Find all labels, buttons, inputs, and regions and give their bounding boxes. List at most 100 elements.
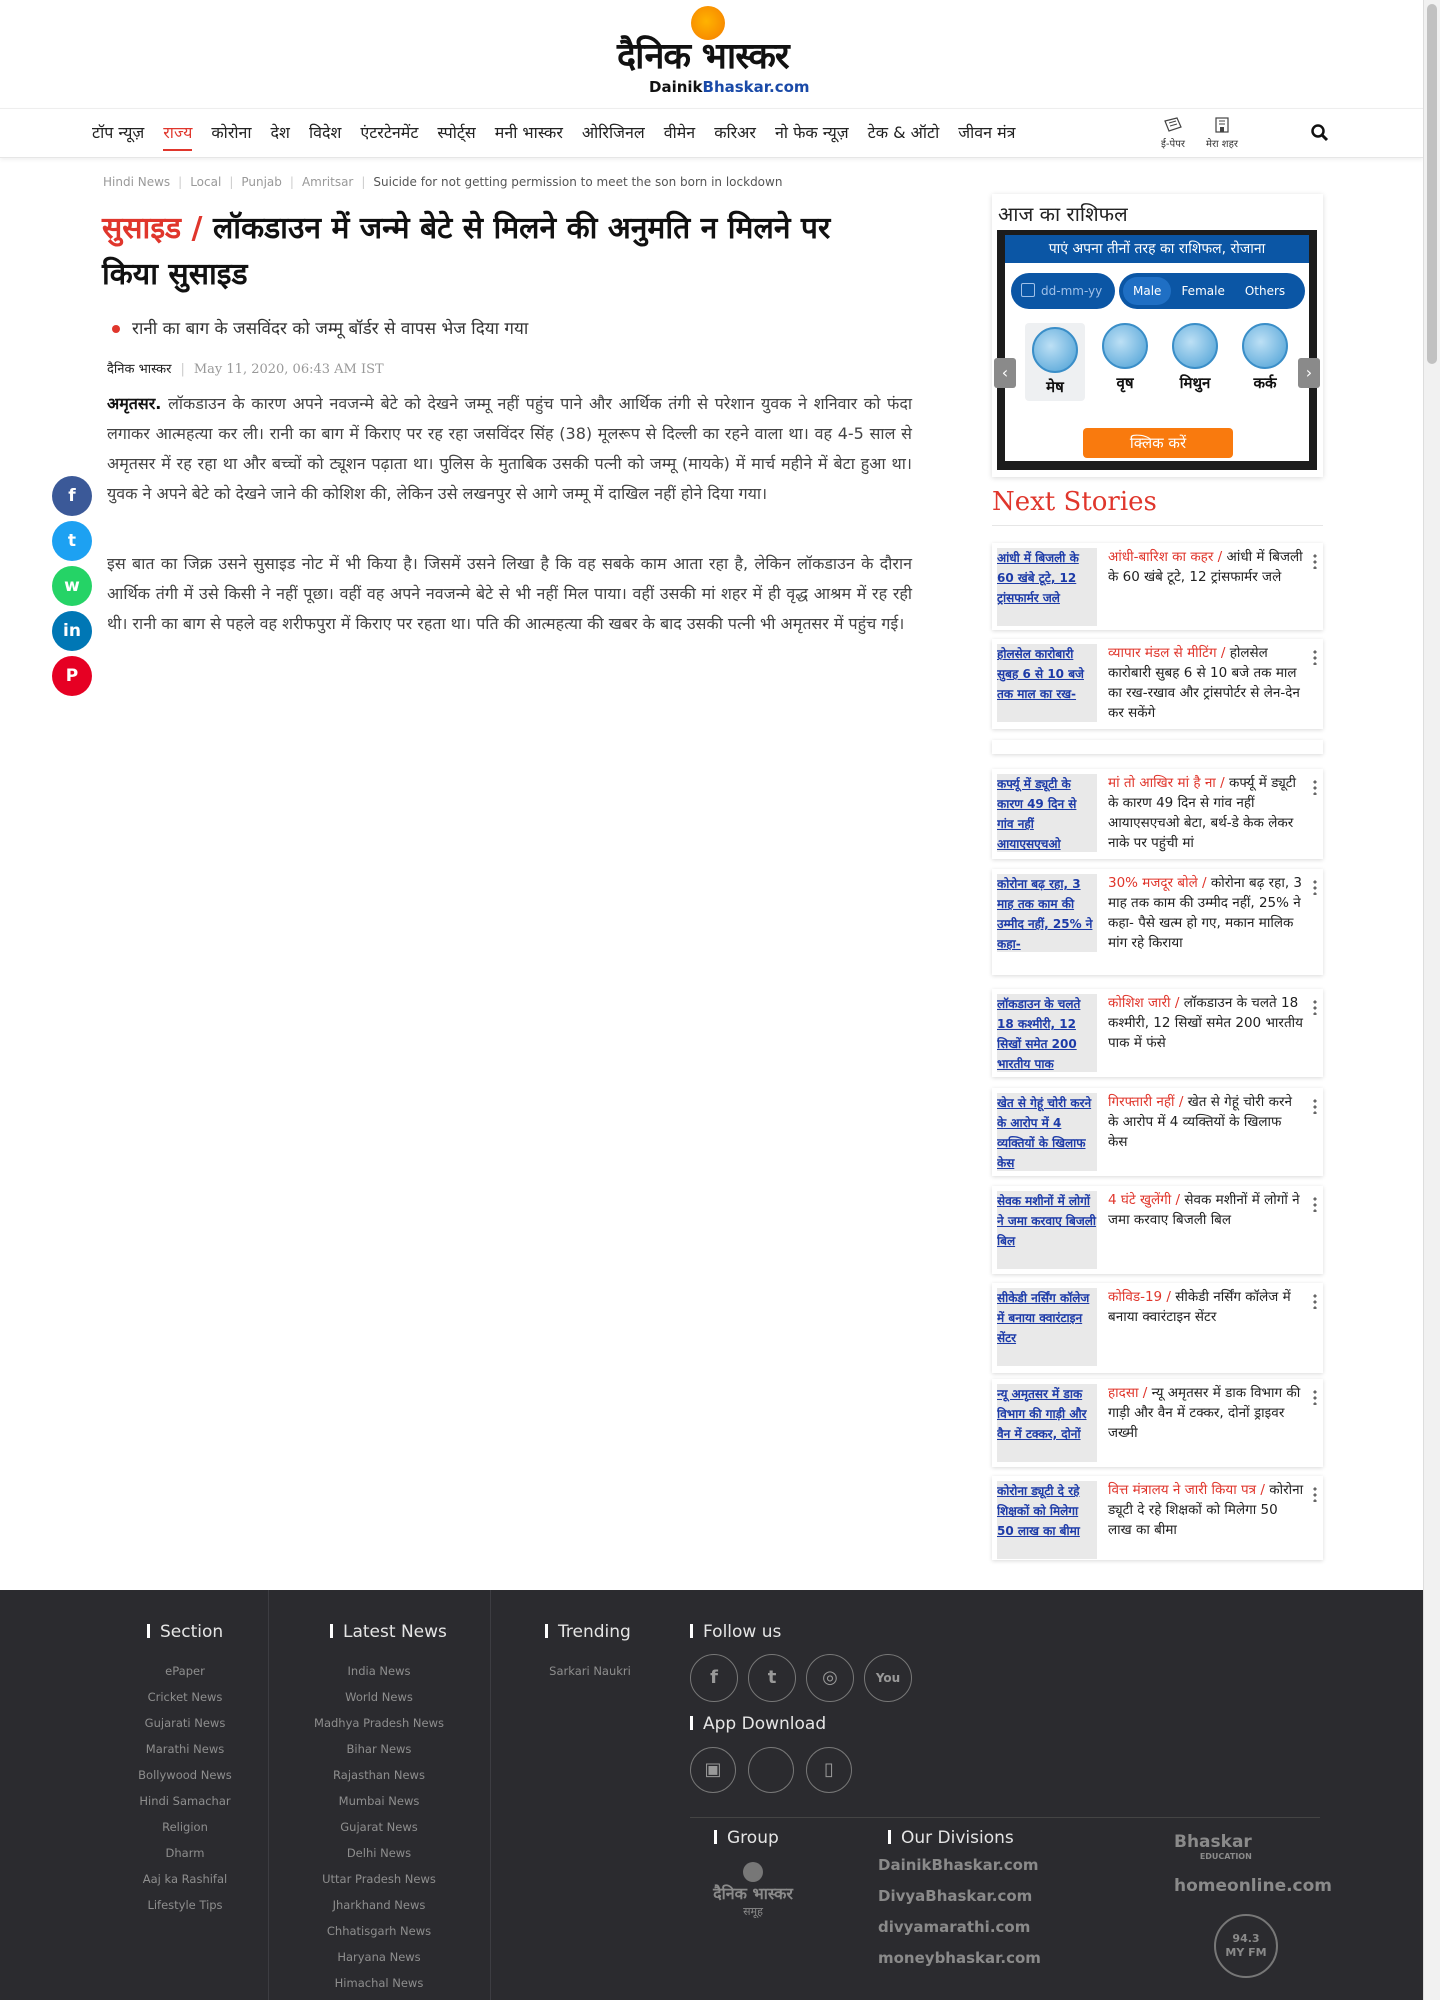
- nav-item[interactable]: ओरिजिनल: [582, 121, 645, 151]
- story-card[interactable]: कर्फ्यू में ड्यूटी के कारण 49 दिन से गां…: [992, 769, 1323, 859]
- footer-link[interactable]: World News: [268, 1690, 490, 1704]
- group-logo[interactable]: दैनिक भास्कर समूह: [698, 1862, 808, 1919]
- instagram-icon[interactable]: ◎: [806, 1654, 854, 1702]
- more-options-icon[interactable]: [1313, 1196, 1317, 1212]
- division-logo[interactable]: DainikBhaskar.com: [878, 1856, 1039, 1874]
- chevron-left-icon[interactable]: ‹: [994, 358, 1016, 388]
- story-card[interactable]: सीकेडी नर्सिंग कॉलेज में बनाया क्वारंटाइ…: [992, 1283, 1323, 1373]
- more-options-icon[interactable]: [1313, 779, 1317, 795]
- breadcrumb-link[interactable]: Amritsar: [302, 175, 353, 189]
- android-icon[interactable]: ▣: [690, 1747, 736, 1793]
- footer-link[interactable]: Himachal News: [268, 1976, 490, 1990]
- story-kicker[interactable]: कोविड-19 /: [1108, 1289, 1171, 1305]
- story-card[interactable]: होलसेल कारोबारी सुबह 6 से 10 बजे तक माल …: [992, 639, 1323, 729]
- pinterest-share-icon[interactable]: P: [52, 656, 92, 696]
- story-thumbnail[interactable]: कोरोना ड्यूटी दे रहे शिक्षकों को मिलेगा …: [997, 1481, 1097, 1559]
- rashifal-submit-button[interactable]: क्लिक करें: [1083, 428, 1233, 458]
- footer-link[interactable]: India News: [268, 1664, 490, 1678]
- footer-link[interactable]: Cricket News: [75, 1690, 295, 1704]
- nav-item[interactable]: जीवन मंत्र: [958, 121, 1015, 151]
- story-kicker[interactable]: कोशिश जारी /: [1108, 995, 1179, 1011]
- youtube-icon[interactable]: You: [864, 1654, 912, 1702]
- footer-link[interactable]: Lifestyle Tips: [75, 1898, 295, 1912]
- story-thumbnail[interactable]: न्यू अमृतसर में डाक विभाग की गाड़ी और वै…: [997, 1384, 1097, 1462]
- footer-link[interactable]: Haryana News: [268, 1950, 490, 1964]
- more-options-icon[interactable]: [1313, 879, 1317, 895]
- more-options-icon[interactable]: [1313, 999, 1317, 1015]
- twitter-icon[interactable]: t: [748, 1654, 796, 1702]
- story-card[interactable]: लॉकडाउन के चलते 18 कश्मीरी, 12 सिखों समे…: [992, 989, 1323, 1077]
- footer-link[interactable]: Madhya Pradesh News: [268, 1716, 490, 1730]
- footer-link[interactable]: Marathi News: [75, 1742, 295, 1756]
- more-options-icon[interactable]: [1313, 1486, 1317, 1502]
- footer-link[interactable]: Bollywood News: [75, 1768, 295, 1782]
- story-kicker[interactable]: मां तो आखिर मां है ना /: [1108, 775, 1225, 791]
- footer-link[interactable]: ePaper: [75, 1664, 295, 1678]
- footer-link[interactable]: Rajasthan News: [268, 1768, 490, 1782]
- nav-item[interactable]: मनी भास्कर: [495, 121, 563, 151]
- chevron-right-icon[interactable]: ›: [1298, 358, 1320, 388]
- footer-link[interactable]: Mumbai News: [268, 1794, 490, 1808]
- epaper-link[interactable]: ई-पेपर: [1157, 117, 1189, 150]
- more-options-icon[interactable]: [1313, 649, 1317, 665]
- facebook-share-icon[interactable]: f: [52, 476, 92, 516]
- story-thumbnail[interactable]: लॉकडाउन के चलते 18 कश्मीरी, 12 सिखों समे…: [997, 994, 1097, 1072]
- nav-item[interactable]: विदेश: [309, 121, 341, 151]
- mobile-icon[interactable]: ▯: [806, 1747, 852, 1793]
- footer-link[interactable]: Bihar News: [268, 1742, 490, 1756]
- breadcrumb-link[interactable]: Hindi News: [103, 175, 170, 189]
- footer-link[interactable]: Jharkhand News: [268, 1898, 490, 1912]
- story-kicker[interactable]: वित्त मंत्रालय ने जारी किया पत्र /: [1108, 1482, 1265, 1498]
- bhaskar-education-logo[interactable]: Bhaskar EDUCATION: [1174, 1832, 1252, 1861]
- zodiac-sign[interactable]: वृष: [1095, 323, 1155, 393]
- breadcrumb-link[interactable]: Punjab: [241, 175, 282, 189]
- zodiac-sign[interactable]: कर्क: [1235, 323, 1295, 393]
- footer-link[interactable]: Delhi News: [268, 1846, 490, 1860]
- division-logo[interactable]: divyamarathi.com: [878, 1918, 1030, 1936]
- nav-item[interactable]: नो फेक न्यूज़: [775, 121, 849, 151]
- story-card[interactable]: खेत से गेहूं चोरी करने के आरोप में 4 व्य…: [992, 1088, 1323, 1176]
- nav-item[interactable]: राज्य: [163, 121, 193, 151]
- footer-link[interactable]: Aaj ka Rashifal: [75, 1872, 295, 1886]
- footer-link[interactable]: Dharm: [75, 1846, 295, 1860]
- rashifal-date-input[interactable]: dd-mm-yy: [1011, 273, 1115, 309]
- story-card[interactable]: कोरोना ड्यूटी दे रहे शिक्षकों को मिलेगा …: [992, 1476, 1323, 1560]
- mycity-link[interactable]: मेरा शहर: [1200, 117, 1244, 150]
- nav-item[interactable]: करिअर: [714, 121, 756, 151]
- facebook-icon[interactable]: f: [690, 1654, 738, 1702]
- more-options-icon[interactable]: [1313, 553, 1317, 569]
- scrollbar-thumb[interactable]: [1427, 4, 1437, 364]
- more-options-icon[interactable]: [1313, 1389, 1317, 1405]
- nav-item[interactable]: देश: [271, 121, 290, 151]
- nav-item[interactable]: वीमेन: [664, 121, 696, 151]
- footer-link[interactable]: Uttar Pradesh News: [268, 1872, 490, 1886]
- more-options-icon[interactable]: [1313, 1293, 1317, 1309]
- footer-link[interactable]: Chhatisgarh News: [268, 1924, 490, 1938]
- nav-item[interactable]: टेक & ऑटो: [868, 121, 940, 151]
- footer-link[interactable]: Sarkari Naukri: [490, 1664, 690, 1678]
- story-thumbnail[interactable]: खेत से गेहूं चोरी करने के आरोप में 4 व्य…: [997, 1093, 1097, 1171]
- zodiac-sign[interactable]: मिथुन: [1165, 323, 1225, 393]
- footer-link[interactable]: Religion: [75, 1820, 295, 1834]
- story-thumbnail[interactable]: सेवक मशीनों में लोगों ने जमा करवाए बिजली…: [997, 1191, 1097, 1269]
- story-kicker[interactable]: व्यापार मंडल से मीटिंग /: [1108, 645, 1225, 661]
- gender-option-male[interactable]: Male: [1123, 277, 1172, 305]
- nav-item[interactable]: एंटरटेनमेंट: [360, 121, 418, 151]
- story-thumbnail[interactable]: कर्फ्यू में ड्यूटी के कारण 49 दिन से गां…: [997, 774, 1097, 852]
- story-kicker[interactable]: गिरफ्तारी नहीं /: [1108, 1094, 1183, 1110]
- nav-item[interactable]: कोरोना: [211, 121, 251, 151]
- nav-item[interactable]: स्पोर्ट्स: [437, 121, 475, 151]
- footer-link[interactable]: Gujarati News: [75, 1716, 295, 1730]
- search-icon[interactable]: [1310, 123, 1330, 143]
- headline-kicker[interactable]: सुसाइड /: [102, 211, 203, 246]
- footer-link[interactable]: Gujarat News: [268, 1820, 490, 1834]
- division-logo[interactable]: DivyaBhaskar.com: [878, 1887, 1032, 1905]
- story-kicker[interactable]: 4 घंटे खुलेंगी /: [1108, 1192, 1180, 1208]
- story-thumbnail[interactable]: कोरोना बढ़ रहा, 3 माह तक काम की उम्मीद न…: [997, 874, 1097, 952]
- nav-item[interactable]: टॉप न्यूज़: [92, 121, 144, 151]
- site-logo[interactable]: दैनिक भास्कर DainikBhaskar.com: [613, 6, 813, 98]
- story-card[interactable]: कोरोना बढ़ रहा, 3 माह तक काम की उम्मीद न…: [992, 869, 1323, 975]
- vertical-scrollbar[interactable]: [1423, 0, 1440, 2000]
- apple-icon[interactable]: [748, 1747, 794, 1793]
- gender-option-others[interactable]: Others: [1235, 277, 1295, 305]
